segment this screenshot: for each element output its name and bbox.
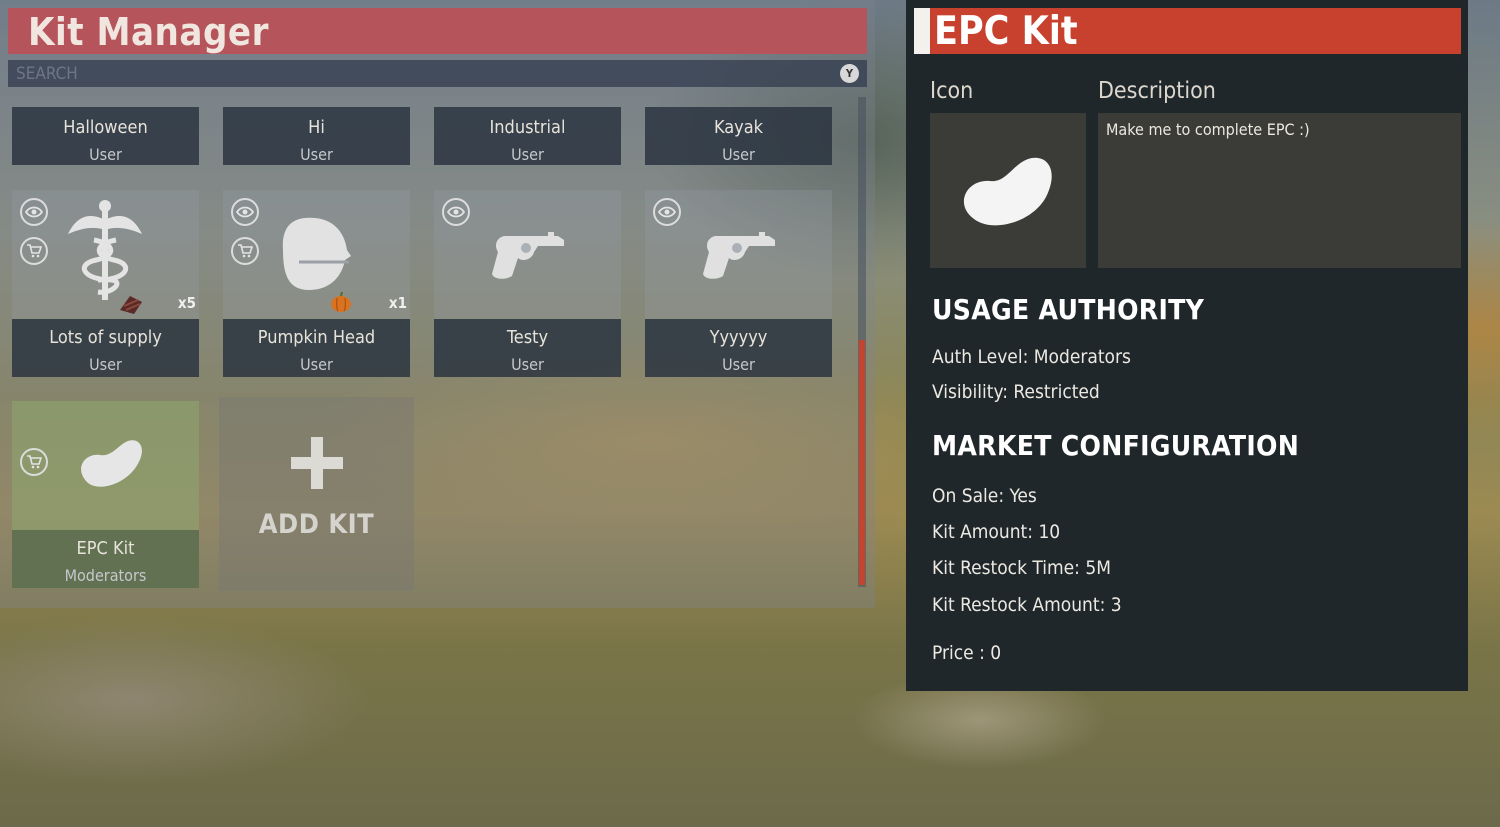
on-sale-setting[interactable]: On Sale: Yes [932, 485, 1037, 507]
kit-detail-title: EPC Kit [934, 9, 1078, 54]
kit-manager-header: Kit Manager [8, 8, 867, 54]
kit-quantity: x5 [177, 294, 196, 312]
description-field[interactable]: Make me to complete EPC :) [1098, 113, 1461, 268]
kit-auth-level: User [300, 355, 333, 374]
kit-auth-level: Moderators [64, 566, 147, 585]
market-cart-icon[interactable] [20, 237, 48, 265]
pumpkin-icon [331, 291, 351, 312]
scrollbar-thumb[interactable] [859, 340, 865, 585]
kit-auth-level: User [722, 145, 755, 164]
description-label: Description [1098, 78, 1216, 104]
kit-icon-selector[interactable] [930, 113, 1086, 268]
kit-card-epc-kit[interactable]: EPC Kit Moderators [12, 401, 199, 588]
kit-card-hi[interactable]: Hi User [223, 107, 410, 165]
price-setting[interactable]: Price : 0 [932, 642, 1001, 664]
visibility-eye-icon[interactable] [653, 198, 681, 226]
kit-card-yyyyyy[interactable]: Yyyyyy User [645, 190, 832, 377]
visibility-eye-icon[interactable] [442, 198, 470, 226]
kit-card-testy[interactable]: Testy User [434, 190, 621, 377]
icon-label: Icon [930, 78, 974, 104]
add-kit-button[interactable]: ADD KIT [219, 397, 414, 591]
plus-icon [291, 437, 343, 489]
kit-name: Industrial [489, 117, 566, 138]
kit-name: Kayak [713, 117, 764, 138]
kit-card-industrial[interactable]: Industrial User [434, 107, 621, 165]
auth-level-setting[interactable]: Auth Level: Moderators [932, 346, 1131, 368]
search-bar: Y [8, 60, 867, 87]
market-configuration-heading: MARKET CONFIGURATION [932, 429, 1300, 462]
kit-amount-setting[interactable]: Kit Amount: 10 [932, 521, 1060, 543]
kit-card-lots-of-supply[interactable]: x5 Lots of supply User [12, 190, 199, 377]
kit-auth-level: User [89, 355, 122, 374]
kit-name: Halloween [63, 117, 148, 138]
kit-card-halloween[interactable]: Halloween User [12, 107, 199, 165]
kit-detail-header: EPC Kit [914, 8, 1461, 54]
kit-auth-level: User [89, 145, 122, 164]
search-clear-button[interactable]: Y [840, 64, 859, 83]
visibility-eye-icon[interactable] [231, 198, 259, 226]
kit-name: Testy [506, 327, 549, 348]
description-text: Make me to complete EPC :) [1106, 120, 1310, 139]
supply-item-icon [120, 296, 142, 314]
bean-icon [963, 157, 1052, 226]
kit-list-scrollbar[interactable] [858, 97, 866, 587]
kit-name: Lots of supply [49, 327, 162, 348]
market-cart-icon[interactable] [20, 448, 48, 476]
kit-card-kayak[interactable]: Kayak User [645, 107, 832, 165]
visibility-setting[interactable]: Visibility: Restricted [932, 381, 1100, 403]
kit-name: Yyyyyy [709, 327, 768, 348]
kit-auth-level: User [722, 355, 755, 374]
kit-name: Hi [308, 117, 325, 138]
kit-quantity: x1 [388, 294, 407, 312]
kit-auth-level: User [300, 145, 333, 164]
kit-name: EPC Kit [76, 538, 135, 559]
market-cart-icon[interactable] [231, 237, 259, 265]
restock-time-setting[interactable]: Kit Restock Time: 5M [932, 557, 1111, 579]
kit-card-pumpkin-head[interactable]: x1 Pumpkin Head User [223, 190, 410, 377]
visibility-eye-icon[interactable] [20, 198, 48, 226]
restock-amount-setting[interactable]: Kit Restock Amount: 3 [932, 594, 1122, 616]
search-input[interactable] [8, 60, 836, 87]
kit-auth-level: User [511, 145, 544, 164]
kit-name: Pumpkin Head [257, 327, 376, 348]
usage-authority-heading: USAGE AUTHORITY [932, 293, 1205, 326]
kit-auth-level: User [511, 355, 544, 374]
add-kit-label: ADD KIT [258, 509, 375, 540]
header-accent-bar [914, 8, 930, 54]
kit-manager-title: Kit Manager [28, 10, 269, 54]
